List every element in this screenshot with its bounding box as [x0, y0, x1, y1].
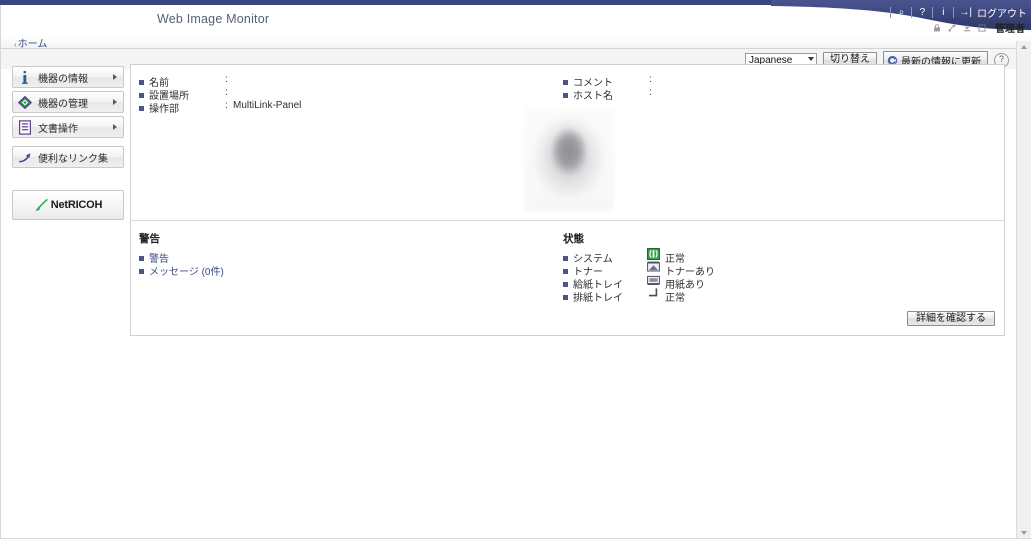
chevron-right-icon	[113, 74, 117, 80]
colon: :	[225, 74, 228, 85]
divider	[890, 6, 892, 18]
info-row-hostname: ホスト名 :	[563, 87, 652, 102]
network-icon[interactable]	[948, 23, 956, 32]
sidebar-item-device-info[interactable]: 機器の情報	[12, 66, 124, 88]
page-title: Web Image Monitor	[157, 12, 270, 26]
netricoh-swoosh-icon	[34, 197, 50, 213]
message-link-label[interactable]: メッセージ (0件)	[149, 267, 224, 278]
panel-icon[interactable]	[978, 23, 986, 32]
chevron-down-icon	[1021, 531, 1027, 535]
output-tray-icon	[647, 287, 660, 299]
netricoh-button[interactable]: NetRICOH	[12, 190, 124, 220]
search-icon[interactable]: ⌕	[896, 7, 906, 18]
colon: :	[225, 100, 228, 111]
download-icon[interactable]	[963, 23, 971, 32]
current-user-label: 管理者	[995, 23, 1025, 35]
divider	[953, 6, 955, 18]
colon: :	[649, 87, 652, 98]
warning-status-section: 警告 警告 メッセージ (0件) 状態 システム 正常 トナー トナーあり 給紙…	[131, 221, 1004, 334]
info-icon	[17, 70, 33, 85]
status-label: 排紙トレイ	[573, 293, 623, 304]
check-details-button[interactable]: 詳細を確認する	[907, 311, 995, 326]
chevron-left-icon: ‹	[14, 40, 17, 49]
paper-tray-icon	[647, 274, 660, 286]
bullet-icon	[139, 80, 144, 85]
document-icon	[17, 119, 33, 135]
header-tool-group: ⌕ ? i →| ログアウト	[885, 5, 1027, 20]
diamond-icon	[17, 95, 33, 110]
bullet-icon	[563, 269, 568, 274]
info-value: MultiLink-Panel	[233, 100, 302, 111]
warning-item-messages[interactable]: メッセージ (0件)	[139, 263, 224, 278]
header-status-group: 管理者	[926, 21, 1025, 35]
sidebar-item-device-management[interactable]: 機器の管理	[12, 91, 124, 113]
chevron-right-icon	[113, 99, 117, 105]
device-summary-section: 名前 : 設置場所 : 操作部 : MultiLink-Panel コメント :	[131, 65, 1004, 220]
app-header: Web Image Monitor ⌕ ? i →| ログアウト 管理者	[0, 0, 1031, 36]
bullet-icon	[139, 93, 144, 98]
bullet-icon	[563, 93, 568, 98]
chevron-right-icon	[113, 124, 117, 130]
sidebar-item-label: 機器の情報	[38, 73, 88, 85]
netricoh-label: NetRICOH	[50, 199, 103, 211]
toner-icon	[647, 261, 660, 273]
breadcrumb-bar: ‹ホーム	[0, 35, 1031, 50]
device-photo	[524, 108, 614, 211]
sidebar: 機器の情報 機器の管理 文書操作 便利なリンク集 NetRICOH	[12, 66, 124, 220]
sidebar-item-useful-links[interactable]: 便利なリンク集	[12, 146, 124, 168]
info-row-operation-panel: 操作部 : MultiLink-Panel	[139, 100, 301, 115]
status-section-title: 状態	[563, 233, 584, 245]
divider	[932, 6, 934, 18]
bullet-icon	[563, 295, 568, 300]
help-icon[interactable]: ?	[917, 7, 927, 18]
web-image-monitor-window: Web Image Monitor ⌕ ? i →| ログアウト 管理者 ‹ホー…	[0, 0, 1031, 539]
bullet-icon	[563, 256, 568, 261]
sidebar-item-label: 便利なリンク集	[38, 153, 108, 165]
sidebar-item-label: 文書操作	[38, 123, 78, 135]
info-label: 操作部	[149, 104, 179, 115]
logout-button[interactable]: ログアウト	[977, 5, 1027, 20]
bullet-icon	[139, 269, 144, 274]
window-edge	[0, 5, 1, 539]
sidebar-item-label: 機器の管理	[38, 98, 88, 110]
info-icon[interactable]: i	[938, 7, 948, 18]
status-row-output-tray: 排紙トレイ 正常	[563, 288, 685, 304]
colon: :	[649, 74, 652, 85]
status-value: 正常	[665, 293, 685, 304]
bullet-icon	[139, 106, 144, 111]
scroll-up-button[interactable]	[1017, 41, 1031, 53]
divider	[911, 6, 913, 18]
lock-icon[interactable]	[933, 23, 941, 32]
arrow-link-icon	[17, 150, 33, 165]
status-ok-icon	[647, 248, 660, 260]
bullet-icon	[563, 282, 568, 287]
colon: :	[225, 87, 228, 98]
bullet-icon	[139, 256, 144, 261]
vertical-scrollbar[interactable]	[1016, 41, 1031, 539]
warning-section-title: 警告	[139, 233, 160, 245]
logout-arrow-icon[interactable]: →|	[959, 7, 972, 18]
info-label: ホスト名	[573, 91, 613, 102]
breadcrumb[interactable]: ‹ホーム	[14, 35, 47, 50]
chevron-up-icon	[1021, 45, 1027, 49]
sidebar-item-document-operations[interactable]: 文書操作	[12, 116, 124, 138]
bullet-icon	[563, 80, 568, 85]
home-panel: 名前 : 設置場所 : 操作部 : MultiLink-Panel コメント :	[130, 64, 1005, 336]
